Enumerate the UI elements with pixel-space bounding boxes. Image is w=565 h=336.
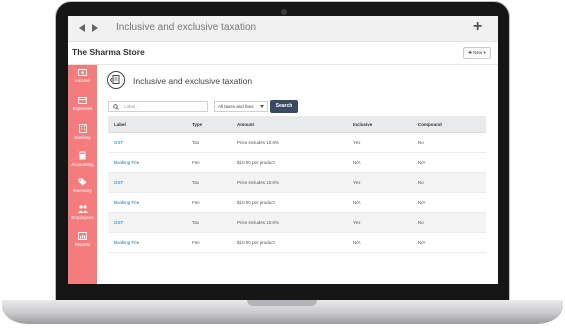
search-icon <box>113 104 119 110</box>
tax-amount: Price includes 10.0% <box>237 180 280 185</box>
tax-label-link[interactable]: Booking Fee <box>114 160 139 165</box>
banking-icon <box>78 124 87 133</box>
tax-type: Tax <box>192 180 200 185</box>
sidebar-item-employees[interactable]: Employees <box>68 205 97 227</box>
tax-inclusive: Yes <box>353 140 361 145</box>
sidebar-item-accounting[interactable]: Accounting <box>68 151 97 173</box>
inventory-icon <box>78 178 87 186</box>
sidebar-item-label: Banking <box>74 135 91 140</box>
browser-bar: Inclusive and exclusive taxation + <box>68 16 498 42</box>
new-button[interactable]: ✚ New ▾ <box>463 47 491 59</box>
tax-filter-select[interactable]: All taxes and fees <box>214 101 268 112</box>
tax-compound: No <box>418 180 424 185</box>
table-row[interactable]: Booking Fee Fee $10.00 per product N/A N… <box>108 233 486 253</box>
sidebar-item-income[interactable]: Income <box>68 69 97 91</box>
tax-compound: N/A <box>418 160 426 165</box>
camera-dot <box>281 9 287 15</box>
expenses-icon <box>78 97 87 104</box>
employees-icon <box>77 205 88 213</box>
tax-label-link[interactable]: GST <box>114 140 123 145</box>
reports-icon <box>78 232 87 240</box>
tax-type: Fee <box>192 200 200 205</box>
store-name: The Sharma Store <box>72 47 145 57</box>
table-row[interactable]: GST Tax Price includes 10.0% Yes No <box>108 173 486 193</box>
tax-inclusive: N/A <box>353 160 361 165</box>
tax-compound: N/A <box>418 240 426 245</box>
new-tab-button[interactable]: + <box>473 18 482 36</box>
tax-amount: $10.00 per product <box>237 240 275 245</box>
tax-label-link[interactable]: GST <box>114 180 123 185</box>
table-header: Label Type Amount Inclusive Compound <box>108 116 486 133</box>
laptop-notch <box>247 300 317 306</box>
tax-table: Label Type Amount Inclusive Compound GST… <box>108 116 486 253</box>
sidebar-item-banking[interactable]: Banking <box>68 124 97 146</box>
sidebar-item-label: Expenses <box>72 106 93 111</box>
sidebar-item-label: Accounting <box>71 162 94 167</box>
column-header-label[interactable]: Label <box>114 122 126 127</box>
tax-amount: Price includes 10.0% <box>237 220 280 225</box>
tax-label-link[interactable]: Booking Fee <box>114 200 139 205</box>
table-row[interactable]: Booking Fee Fee $10.00 per product N/A N… <box>108 153 486 173</box>
search-box <box>108 101 208 112</box>
page-title: Inclusive and exclusive taxation <box>133 76 253 86</box>
table-row[interactable]: Booking Fee Fee $10.00 per product N/A N… <box>108 193 486 213</box>
forward-arrow-icon[interactable] <box>92 24 98 32</box>
column-header-compound[interactable]: Compound <box>418 122 442 127</box>
sidebar-item-label: Income <box>75 78 90 83</box>
receipt-icon <box>107 71 125 89</box>
sidebar-item-label: Reports <box>74 242 91 247</box>
table-row[interactable]: GST Tax Price includes 10.0% Yes No <box>108 133 486 153</box>
app-header: The Sharma Store ✚ New ▾ <box>68 42 498 65</box>
browser-title: Inclusive and exclusive taxation <box>116 22 257 33</box>
tax-type: Tax <box>192 220 200 225</box>
sidebar-item-reports[interactable]: Reports <box>68 232 97 254</box>
tax-label-link[interactable]: Booking Fee <box>114 240 139 245</box>
search-button[interactable]: Search <box>270 100 298 113</box>
tax-compound: N/A <box>418 200 426 205</box>
income-icon <box>78 69 87 76</box>
tax-inclusive: Yes <box>353 220 361 225</box>
screen: Inclusive and exclusive taxation + The S… <box>68 16 498 284</box>
column-header-amount[interactable]: Amount <box>237 122 254 127</box>
tax-amount: $10.00 per product <box>237 160 275 165</box>
column-header-inclusive[interactable]: Inclusive <box>353 122 372 127</box>
sidebar-item-label: Inventory <box>73 188 92 193</box>
tax-filter-value: All taxes and fees <box>218 104 254 109</box>
tax-type: Fee <box>192 160 200 165</box>
sidebar: Income Expenses Banking Accounting Inven… <box>68 65 97 284</box>
sidebar-item-inventory[interactable]: Inventory <box>68 178 97 200</box>
tax-compound: No <box>418 140 424 145</box>
tax-amount: $10.00 per product <box>237 200 275 205</box>
chevron-down-icon <box>260 105 264 108</box>
back-arrow-icon[interactable] <box>79 24 85 32</box>
accounting-icon <box>79 151 86 160</box>
tax-compound: No <box>418 220 424 225</box>
table-row[interactable]: GST Tax Price includes 10.0% Yes No <box>108 213 486 233</box>
tax-inclusive: N/A <box>353 240 361 245</box>
column-header-type[interactable]: Type <box>192 122 202 127</box>
sidebar-item-expenses[interactable]: Expenses <box>68 97 97 119</box>
tax-inclusive: N/A <box>353 200 361 205</box>
tax-type: Tax <box>192 140 200 145</box>
tax-label-link[interactable]: GST <box>114 220 123 225</box>
tax-inclusive: Yes <box>353 180 361 185</box>
search-input[interactable] <box>124 102 204 111</box>
tax-type: Fee <box>192 240 200 245</box>
tax-amount: Price includes 10.0% <box>237 140 280 145</box>
sidebar-item-label: Employees <box>71 215 94 220</box>
